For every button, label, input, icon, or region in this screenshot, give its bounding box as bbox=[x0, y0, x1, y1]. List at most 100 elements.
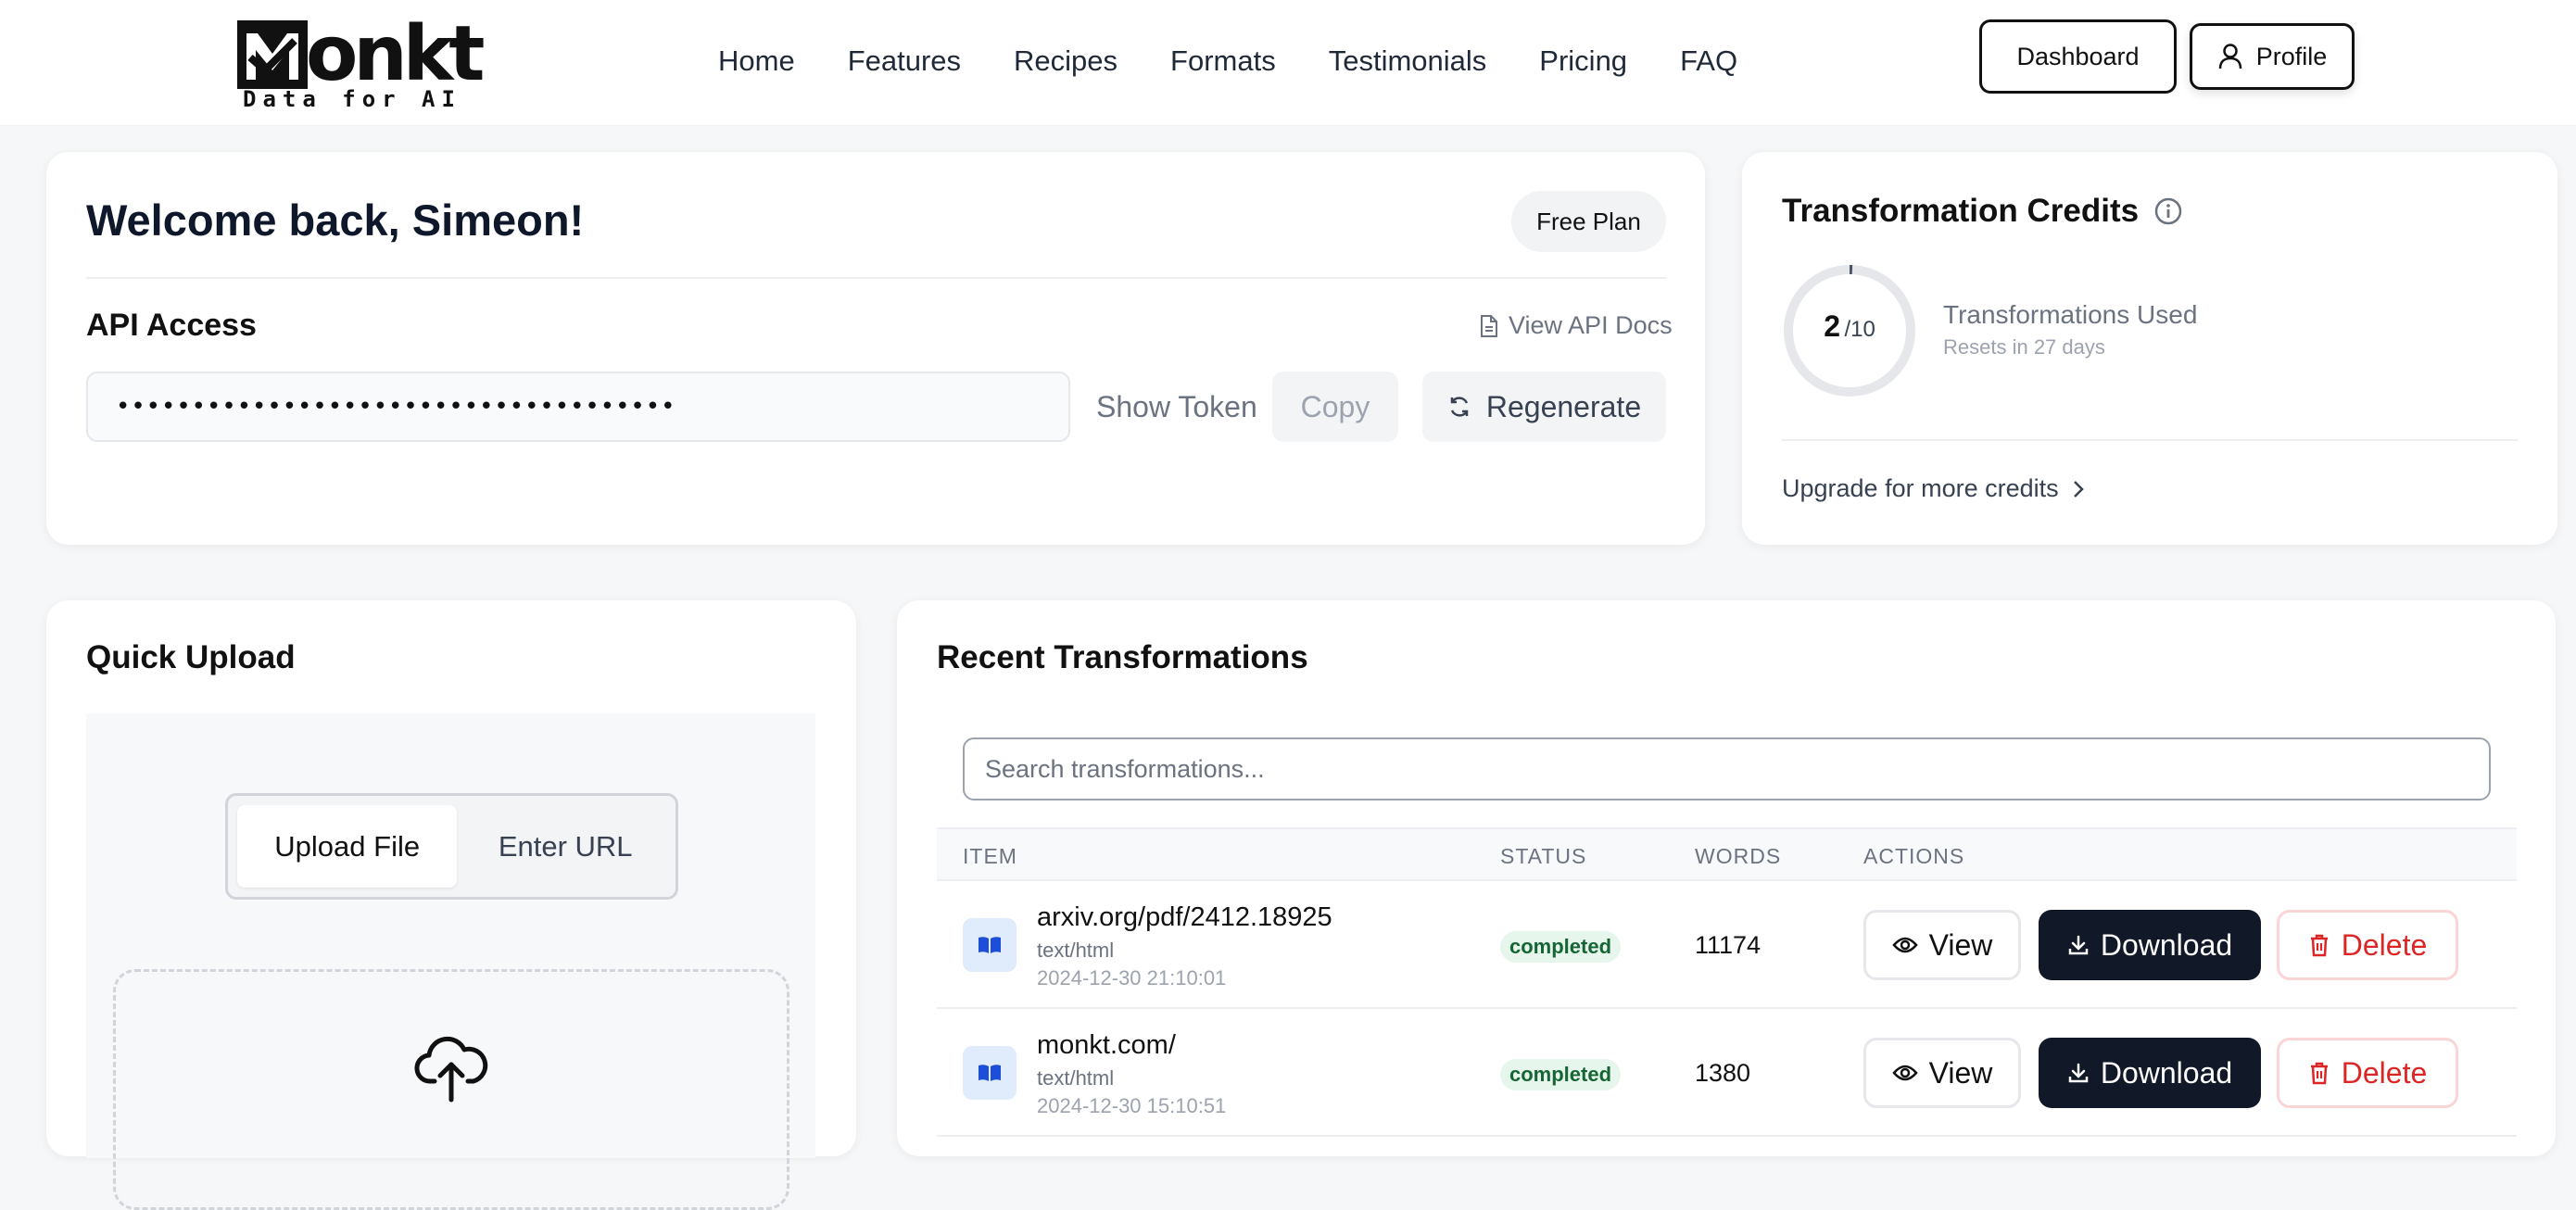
monkt-logo[interactable]: onkt Data for AI bbox=[237, 17, 485, 112]
credits-used-number: 2 bbox=[1824, 309, 1840, 343]
recent-transformations-card: Recent Transformations ITEM STATUS WORDS… bbox=[897, 600, 2556, 1156]
view-button-label: View bbox=[1928, 927, 1993, 962]
view-button[interactable]: View bbox=[1863, 910, 2021, 980]
credits-heading: Transformation Credits bbox=[1782, 193, 2183, 230]
view-button[interactable]: View bbox=[1863, 1038, 2021, 1108]
nav-pricing[interactable]: Pricing bbox=[1539, 44, 1627, 78]
profile-button[interactable]: Profile bbox=[2190, 23, 2355, 90]
nav-faq[interactable]: FAQ bbox=[1680, 44, 1737, 78]
info-icon[interactable] bbox=[2153, 196, 2183, 226]
upload-cloud-icon bbox=[414, 1036, 488, 1103]
logo-wordmark: onkt bbox=[237, 10, 485, 98]
logo-m-mark bbox=[237, 20, 308, 89]
chevron-right-icon bbox=[2073, 480, 2084, 498]
item-title[interactable]: arxiv.org/pdf/2412.18925 bbox=[1037, 902, 1332, 933]
logo-tagline: Data for AI bbox=[243, 86, 461, 112]
column-header-item: ITEM bbox=[963, 844, 1017, 868]
regenerate-label: Regenerate bbox=[1485, 389, 1642, 423]
table-header: ITEM STATUS WORDS ACTIONS bbox=[937, 827, 2517, 881]
divider bbox=[86, 277, 1666, 279]
divider bbox=[1782, 439, 2518, 441]
refresh-icon bbox=[1450, 397, 1469, 417]
search-transformations-input[interactable] bbox=[963, 737, 2491, 800]
book-icon-glyph bbox=[979, 937, 1001, 953]
tab-upload-file[interactable]: Upload File bbox=[237, 805, 458, 888]
nav-home[interactable]: Home bbox=[718, 44, 795, 78]
api-access-heading: API Access bbox=[86, 308, 257, 343]
delete-button-label: Delete bbox=[2341, 1055, 2428, 1090]
book-icon-glyph bbox=[979, 1065, 1001, 1081]
view-api-docs-label: View API Docs bbox=[1509, 311, 1673, 339]
item-type: text/html bbox=[1037, 939, 1115, 962]
download-button-label: Download bbox=[2100, 927, 2233, 962]
column-header-actions: ACTIONS bbox=[1863, 844, 1965, 868]
copy-token-label: Copy bbox=[1300, 389, 1370, 423]
book-icon bbox=[963, 1046, 1017, 1100]
welcome-heading: Welcome back, Simeon! bbox=[86, 195, 585, 245]
credits-card: Transformation Credits 2 /10 Transformat… bbox=[1742, 152, 2557, 545]
item-date: 2024-12-30 21:10:01 bbox=[1037, 966, 1227, 989]
logo-rest-text: onkt bbox=[306, 10, 485, 98]
tab-enter-url[interactable]: Enter URL bbox=[464, 805, 666, 888]
credits-count: 2 /10 bbox=[1782, 309, 1917, 344]
trash-icon bbox=[2310, 1062, 2328, 1085]
nav-testimonials[interactable]: Testimonials bbox=[1329, 44, 1487, 78]
status-badge: completed bbox=[1500, 931, 1622, 963]
top-header: onkt Data for AI Home Features Recipes F… bbox=[0, 0, 2576, 126]
user-icon bbox=[2218, 44, 2241, 69]
quick-upload-heading: Quick Upload bbox=[86, 639, 296, 675]
upgrade-credits-label: Upgrade for more credits bbox=[1782, 474, 2059, 502]
nav-formats[interactable]: Formats bbox=[1170, 44, 1276, 78]
download-icon bbox=[2068, 935, 2089, 955]
api-token-field[interactable]: ••••••••••••••••••••••••••••••••••••• bbox=[86, 372, 1070, 442]
tab-enter-url-label: Enter URL bbox=[498, 829, 633, 863]
delete-button-label: Delete bbox=[2341, 927, 2428, 962]
eye-icon bbox=[1891, 937, 1918, 953]
transformations-table: ITEM STATUS WORDS ACTIONS arxiv.org/pdf/… bbox=[937, 827, 2517, 1137]
item-date: 2024-12-30 15:10:51 bbox=[1037, 1094, 1227, 1117]
tab-upload-file-label: Upload File bbox=[274, 829, 421, 863]
word-count: 11174 bbox=[1695, 931, 1762, 959]
credits-heading-text: Transformation Credits bbox=[1782, 193, 2140, 229]
dashboard-button[interactable]: Dashboard bbox=[1979, 19, 2177, 94]
item-type: text/html bbox=[1037, 1066, 1115, 1090]
download-icon bbox=[2068, 1063, 2089, 1083]
upgrade-credits-link[interactable]: Upgrade for more credits bbox=[1782, 474, 2085, 503]
main-nav: Home Features Recipes Formats Testimonia… bbox=[718, 44, 1737, 78]
upload-mode-tabs: Upload File Enter URL bbox=[225, 793, 678, 900]
regenerate-token-button[interactable]: Regenerate bbox=[1422, 372, 1666, 442]
nav-features[interactable]: Features bbox=[848, 44, 961, 78]
recent-transformations-heading: Recent Transformations bbox=[937, 639, 1308, 675]
view-button-label: View bbox=[1928, 1055, 1993, 1090]
item-title[interactable]: monkt.com/ bbox=[1037, 1030, 1176, 1061]
delete-button[interactable]: Delete bbox=[2277, 910, 2458, 980]
nav-recipes[interactable]: Recipes bbox=[1014, 44, 1118, 78]
download-button-label: Download bbox=[2100, 1055, 2233, 1090]
file-dropzone[interactable] bbox=[113, 969, 789, 1210]
plan-badge: Free Plan bbox=[1511, 191, 1666, 252]
column-header-status: STATUS bbox=[1500, 844, 1587, 868]
upload-area: Upload File Enter URL bbox=[86, 713, 815, 1210]
credits-total-number: /10 bbox=[1844, 317, 1875, 342]
table-row: monkt.com/ text/html 2024-12-30 15:10:51… bbox=[937, 1009, 2517, 1137]
credits-reset-label: Resets in 27 days bbox=[1943, 335, 2105, 359]
transformations-used-label: Transformations Used bbox=[1943, 300, 2198, 329]
table-row: arxiv.org/pdf/2412.18925 text/html 2024-… bbox=[937, 881, 2517, 1009]
download-button[interactable]: Download bbox=[2039, 910, 2261, 980]
dashboard-button-label: Dashboard bbox=[2016, 42, 2140, 70]
view-api-docs-link[interactable]: View API Docs bbox=[1479, 311, 1673, 340]
trash-icon bbox=[2310, 934, 2328, 957]
word-count: 1380 bbox=[1695, 1059, 1751, 1087]
quick-upload-card: Quick Upload Upload File Enter URL bbox=[46, 600, 856, 1210]
show-token-button[interactable]: Show Token bbox=[1096, 390, 1257, 424]
welcome-card: Welcome back, Simeon! Free Plan API Acce… bbox=[46, 152, 1705, 545]
delete-button[interactable]: Delete bbox=[2277, 1038, 2458, 1108]
eye-icon bbox=[1891, 1065, 1918, 1081]
document-icon bbox=[1481, 314, 1497, 337]
download-button[interactable]: Download bbox=[2039, 1038, 2261, 1108]
profile-button-label: Profile bbox=[2255, 42, 2328, 70]
copy-token-button[interactable]: Copy bbox=[1272, 372, 1398, 442]
status-badge: completed bbox=[1500, 1059, 1622, 1090]
api-token-value: ••••••••••••••••••••••••••••••••••••• bbox=[116, 393, 676, 421]
column-header-words: WORDS bbox=[1695, 844, 1782, 868]
